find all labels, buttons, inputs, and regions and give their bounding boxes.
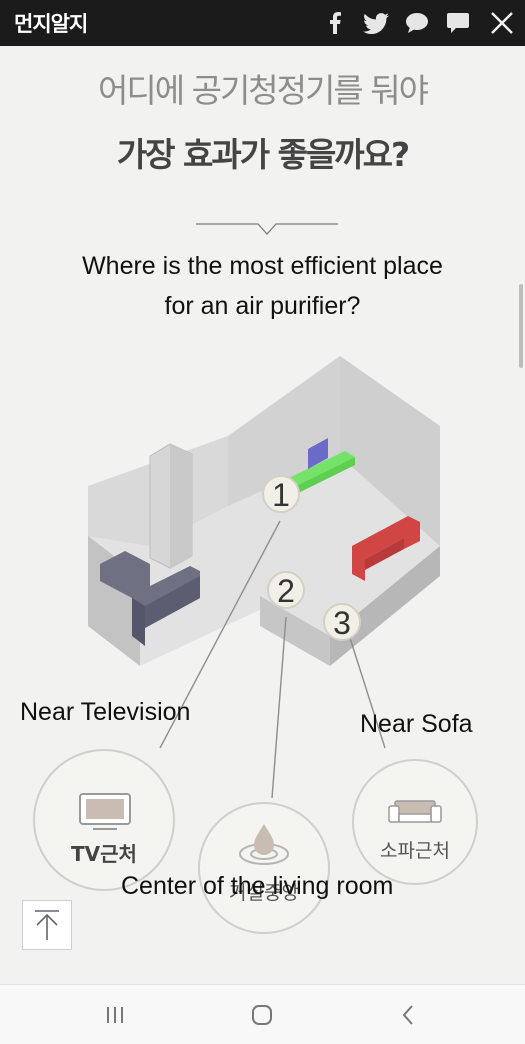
svg-text:1: 1 <box>272 477 290 513</box>
facebook-icon[interactable] <box>319 0 350 46</box>
svg-text:2: 2 <box>277 573 295 609</box>
article-content: 어디에 공기청정기를 둬야 가장 효과가 좋을까요? Where is the … <box>0 46 525 984</box>
tv-circle-label: TV근처 <box>71 842 137 866</box>
system-navbar <box>0 984 525 1044</box>
question-line-1: Where is the most efficient place <box>82 252 443 280</box>
marker-1: 1 <box>262 475 300 513</box>
svg-text:3: 3 <box>333 605 351 641</box>
site-logo[interactable]: 먼지알지 <box>14 8 88 38</box>
top-bar: 먼지알지 <box>0 0 525 46</box>
title-line-2: 가장 효과가 좋을까요? <box>116 135 410 174</box>
tv-circle: TV근처 <box>33 749 175 891</box>
sofa-circle-label: 소파근처 <box>380 840 450 862</box>
room-illustration: 1 2 3 TV근처 거실중앙 소파근처 <box>33 356 478 934</box>
sofa-icon <box>388 800 442 823</box>
center-circle: 거실중앙 <box>198 802 330 934</box>
marker-2: 2 <box>267 571 305 609</box>
close-icon[interactable] <box>479 0 525 46</box>
label-near-sofa: Near Sofa <box>360 710 473 738</box>
question-line-2: for an air purifier? <box>164 292 361 320</box>
scroll-to-top-button[interactable] <box>22 900 72 950</box>
marker-3: 3 <box>323 603 361 641</box>
kakaotalk-icon[interactable] <box>442 0 473 46</box>
twitter-icon[interactable] <box>360 0 391 46</box>
title-divider <box>196 223 338 235</box>
label-near-television: Near Television <box>20 698 191 726</box>
tv-icon <box>79 793 131 830</box>
label-center-living-room: Center of the living room <box>121 872 394 900</box>
home-icon[interactable] <box>232 985 292 1044</box>
recent-apps-icon[interactable] <box>85 985 145 1044</box>
sofa-circle: 소파근처 <box>352 759 478 885</box>
back-icon[interactable] <box>378 985 438 1044</box>
question-text: Where is the most efficient place for an… <box>0 246 525 326</box>
share-icons <box>309 0 525 46</box>
arrow-up-icon <box>35 910 59 940</box>
title-line-1: 어디에 공기청정기를 둬야 <box>98 71 429 110</box>
kakaostory-icon[interactable] <box>401 0 432 46</box>
scrollbar[interactable] <box>519 284 523 368</box>
